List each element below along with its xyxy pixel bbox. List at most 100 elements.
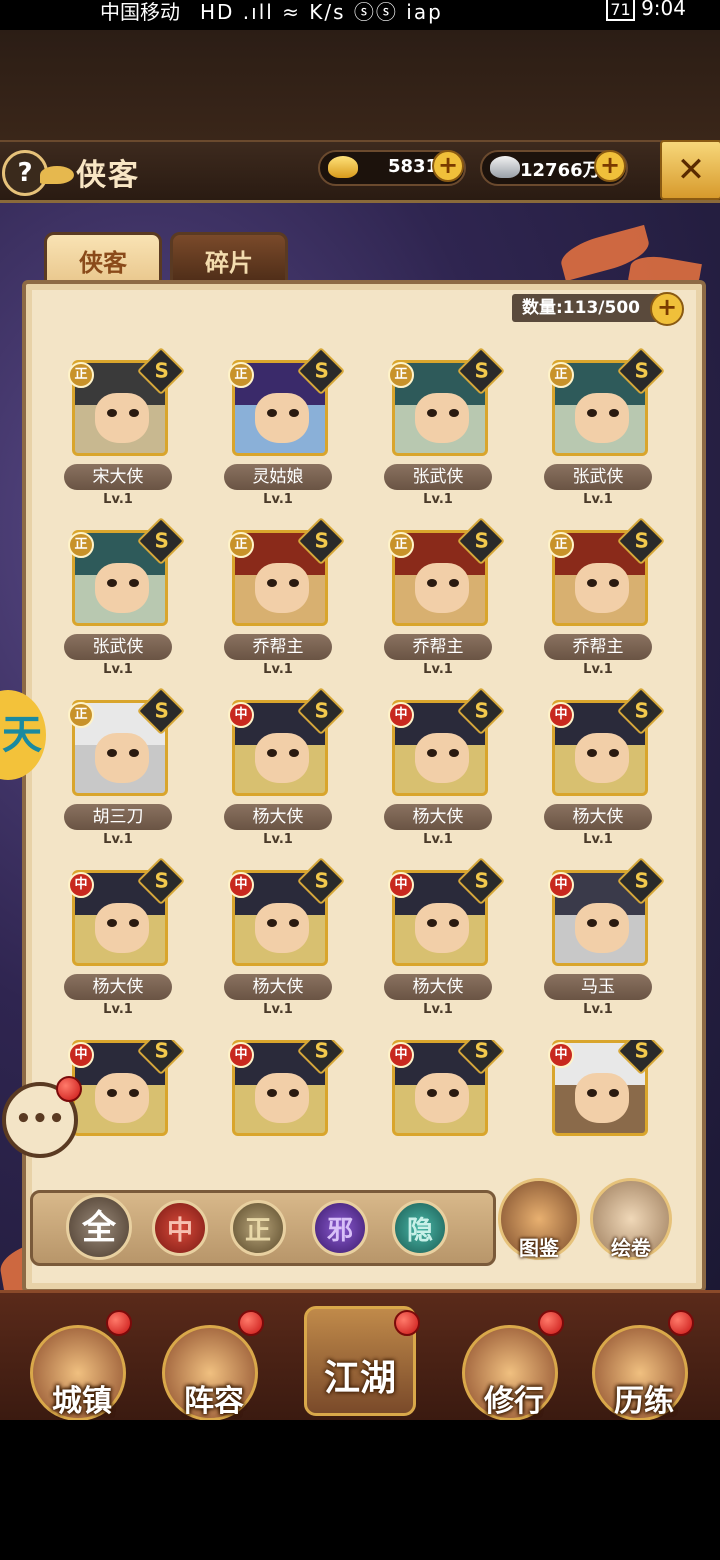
hero-card[interactable]: 中S <box>534 1040 664 1138</box>
faction-badge: 正 <box>68 702 94 728</box>
hero-eye <box>587 749 597 757</box>
rank-label: S <box>314 698 329 723</box>
hero-eye <box>449 1089 459 1097</box>
hero-card[interactable]: 中S <box>214 1040 344 1138</box>
status-bar: 中国移动 HD .ıll ≈ K/s ⓢⓢ iap 71 9:04 <box>0 0 720 30</box>
hero-eye <box>107 409 117 417</box>
background-top <box>0 30 720 140</box>
hero-level: Lv.1 <box>263 832 293 847</box>
add-gold-button[interactable]: + <box>432 150 464 182</box>
hero-eye <box>449 579 459 587</box>
hero-card[interactable]: 正 S 灵姑娘 Lv.1 <box>214 346 346 510</box>
nav-town[interactable]: 城镇 <box>30 1325 126 1421</box>
rank-label: S <box>474 698 489 723</box>
add-silver-button[interactable]: + <box>594 150 626 182</box>
filter-all-button[interactable]: 全 <box>66 1194 132 1260</box>
hero-level: Lv.1 <box>423 662 453 677</box>
rank-label: S <box>634 528 649 553</box>
codex-button[interactable]: 图鉴 <box>498 1178 580 1260</box>
filter-xie-button[interactable]: 邪 <box>312 1200 368 1256</box>
hero-face <box>255 1073 309 1123</box>
hero-card[interactable]: 中 S 杨大侠 Lv.1 <box>534 686 666 850</box>
faction-badge: 中 <box>228 1042 254 1068</box>
filter-zhong-button[interactable]: 中 <box>152 1200 208 1256</box>
hero-name: 张武侠 <box>64 634 172 660</box>
close-button[interactable]: ✕ <box>660 140 720 200</box>
hero-eye <box>609 919 619 927</box>
hero-eye <box>289 409 299 417</box>
nav-training[interactable]: 历练 <box>592 1325 688 1421</box>
hero-card[interactable]: 正 S 宋大侠 Lv.1 <box>54 346 186 510</box>
gold-ingot-icon <box>328 156 358 178</box>
hero-face <box>95 563 149 613</box>
rank-label: S <box>634 358 649 383</box>
hero-card[interactable]: 正 S 胡三刀 Lv.1 <box>54 686 186 850</box>
hero-card[interactable]: 正 S 乔帮主 Lv.1 <box>534 516 666 680</box>
gold-amount: 5831 <box>388 156 439 177</box>
hero-level: Lv.1 <box>583 662 613 677</box>
rank-label: S <box>634 698 649 723</box>
hero-eye <box>107 579 117 587</box>
hero-face <box>95 903 149 953</box>
hero-card[interactable]: 中 S 杨大侠 Lv.1 <box>374 856 506 1020</box>
faction-badge: 中 <box>388 872 414 898</box>
hero-eye <box>587 409 597 417</box>
hero-card[interactable]: 中 S 杨大侠 Lv.1 <box>214 686 346 850</box>
carrier-label: 中国移动 <box>100 0 180 24</box>
hero-name: 乔帮主 <box>544 634 652 660</box>
faction-badge: 正 <box>548 532 574 558</box>
hero-name: 杨大侠 <box>224 974 332 1000</box>
hero-level: Lv.1 <box>263 492 293 507</box>
hero-card[interactable]: 中S <box>374 1040 504 1138</box>
faction-badge: 正 <box>228 532 254 558</box>
rank-label: S <box>474 1040 489 1063</box>
scroll-button[interactable]: 绘卷 <box>590 1178 672 1260</box>
hero-eye <box>609 409 619 417</box>
filter-yin-button[interactable]: 隐 <box>392 1200 448 1256</box>
hero-card[interactable]: 中 S 杨大侠 Lv.1 <box>54 856 186 1020</box>
scroll-label: 绘卷 <box>611 1236 651 1260</box>
silver-amount: 12766万 <box>520 160 601 181</box>
hero-card[interactable]: 正 S 乔帮主 Lv.1 <box>214 516 346 680</box>
hero-eye <box>427 409 437 417</box>
nav-training-notification-dot <box>668 1310 694 1336</box>
hero-eye <box>289 1089 299 1097</box>
hero-eye <box>129 919 139 927</box>
hero-card[interactable]: 中 S 杨大侠 Lv.1 <box>214 856 346 1020</box>
hero-face <box>95 1073 149 1123</box>
hero-level: Lv.1 <box>263 1002 293 1017</box>
faction-badge: 中 <box>548 702 574 728</box>
expand-capacity-button[interactable]: + <box>650 292 684 326</box>
rank-label: S <box>154 1040 169 1063</box>
filter-zheng-button[interactable]: 正 <box>230 1200 286 1256</box>
hero-level: Lv.1 <box>423 1002 453 1017</box>
hero-name: 宋大侠 <box>64 464 172 490</box>
nav-cultivation[interactable]: 修行 <box>462 1325 558 1421</box>
hero-face <box>255 563 309 613</box>
status-icons: HD .ıll ≈ K/s ⓢⓢ iap <box>200 0 443 24</box>
hero-name: 张武侠 <box>544 464 652 490</box>
hero-eye <box>427 579 437 587</box>
rank-label: S <box>154 358 169 383</box>
hero-eye <box>289 579 299 587</box>
rank-label: S <box>154 698 169 723</box>
hero-face <box>575 1073 629 1123</box>
rank-label: S <box>634 1040 649 1063</box>
nav-lineup[interactable]: 阵容 <box>162 1325 258 1421</box>
hero-face <box>415 563 469 613</box>
hero-card[interactable]: 正 S 乔帮主 Lv.1 <box>374 516 506 680</box>
hero-name: 杨大侠 <box>384 974 492 1000</box>
rank-label: S <box>314 868 329 893</box>
hero-card[interactable]: 中 S 马玉 Lv.1 <box>534 856 666 1020</box>
hero-card[interactable]: 正 S 张武侠 Lv.1 <box>54 516 186 680</box>
hero-card[interactable]: 中 S 杨大侠 Lv.1 <box>374 686 506 850</box>
faction-badge: 中 <box>388 1042 414 1068</box>
hero-eye <box>107 1089 117 1097</box>
faction-badge: 中 <box>68 1042 94 1068</box>
hero-face <box>255 903 309 953</box>
close-icon: ✕ <box>676 150 706 190</box>
hero-eye <box>129 1089 139 1097</box>
hero-card[interactable]: 正 S 张武侠 Lv.1 <box>374 346 506 510</box>
hero-face <box>255 393 309 443</box>
hero-card[interactable]: 正 S 张武侠 Lv.1 <box>534 346 666 510</box>
